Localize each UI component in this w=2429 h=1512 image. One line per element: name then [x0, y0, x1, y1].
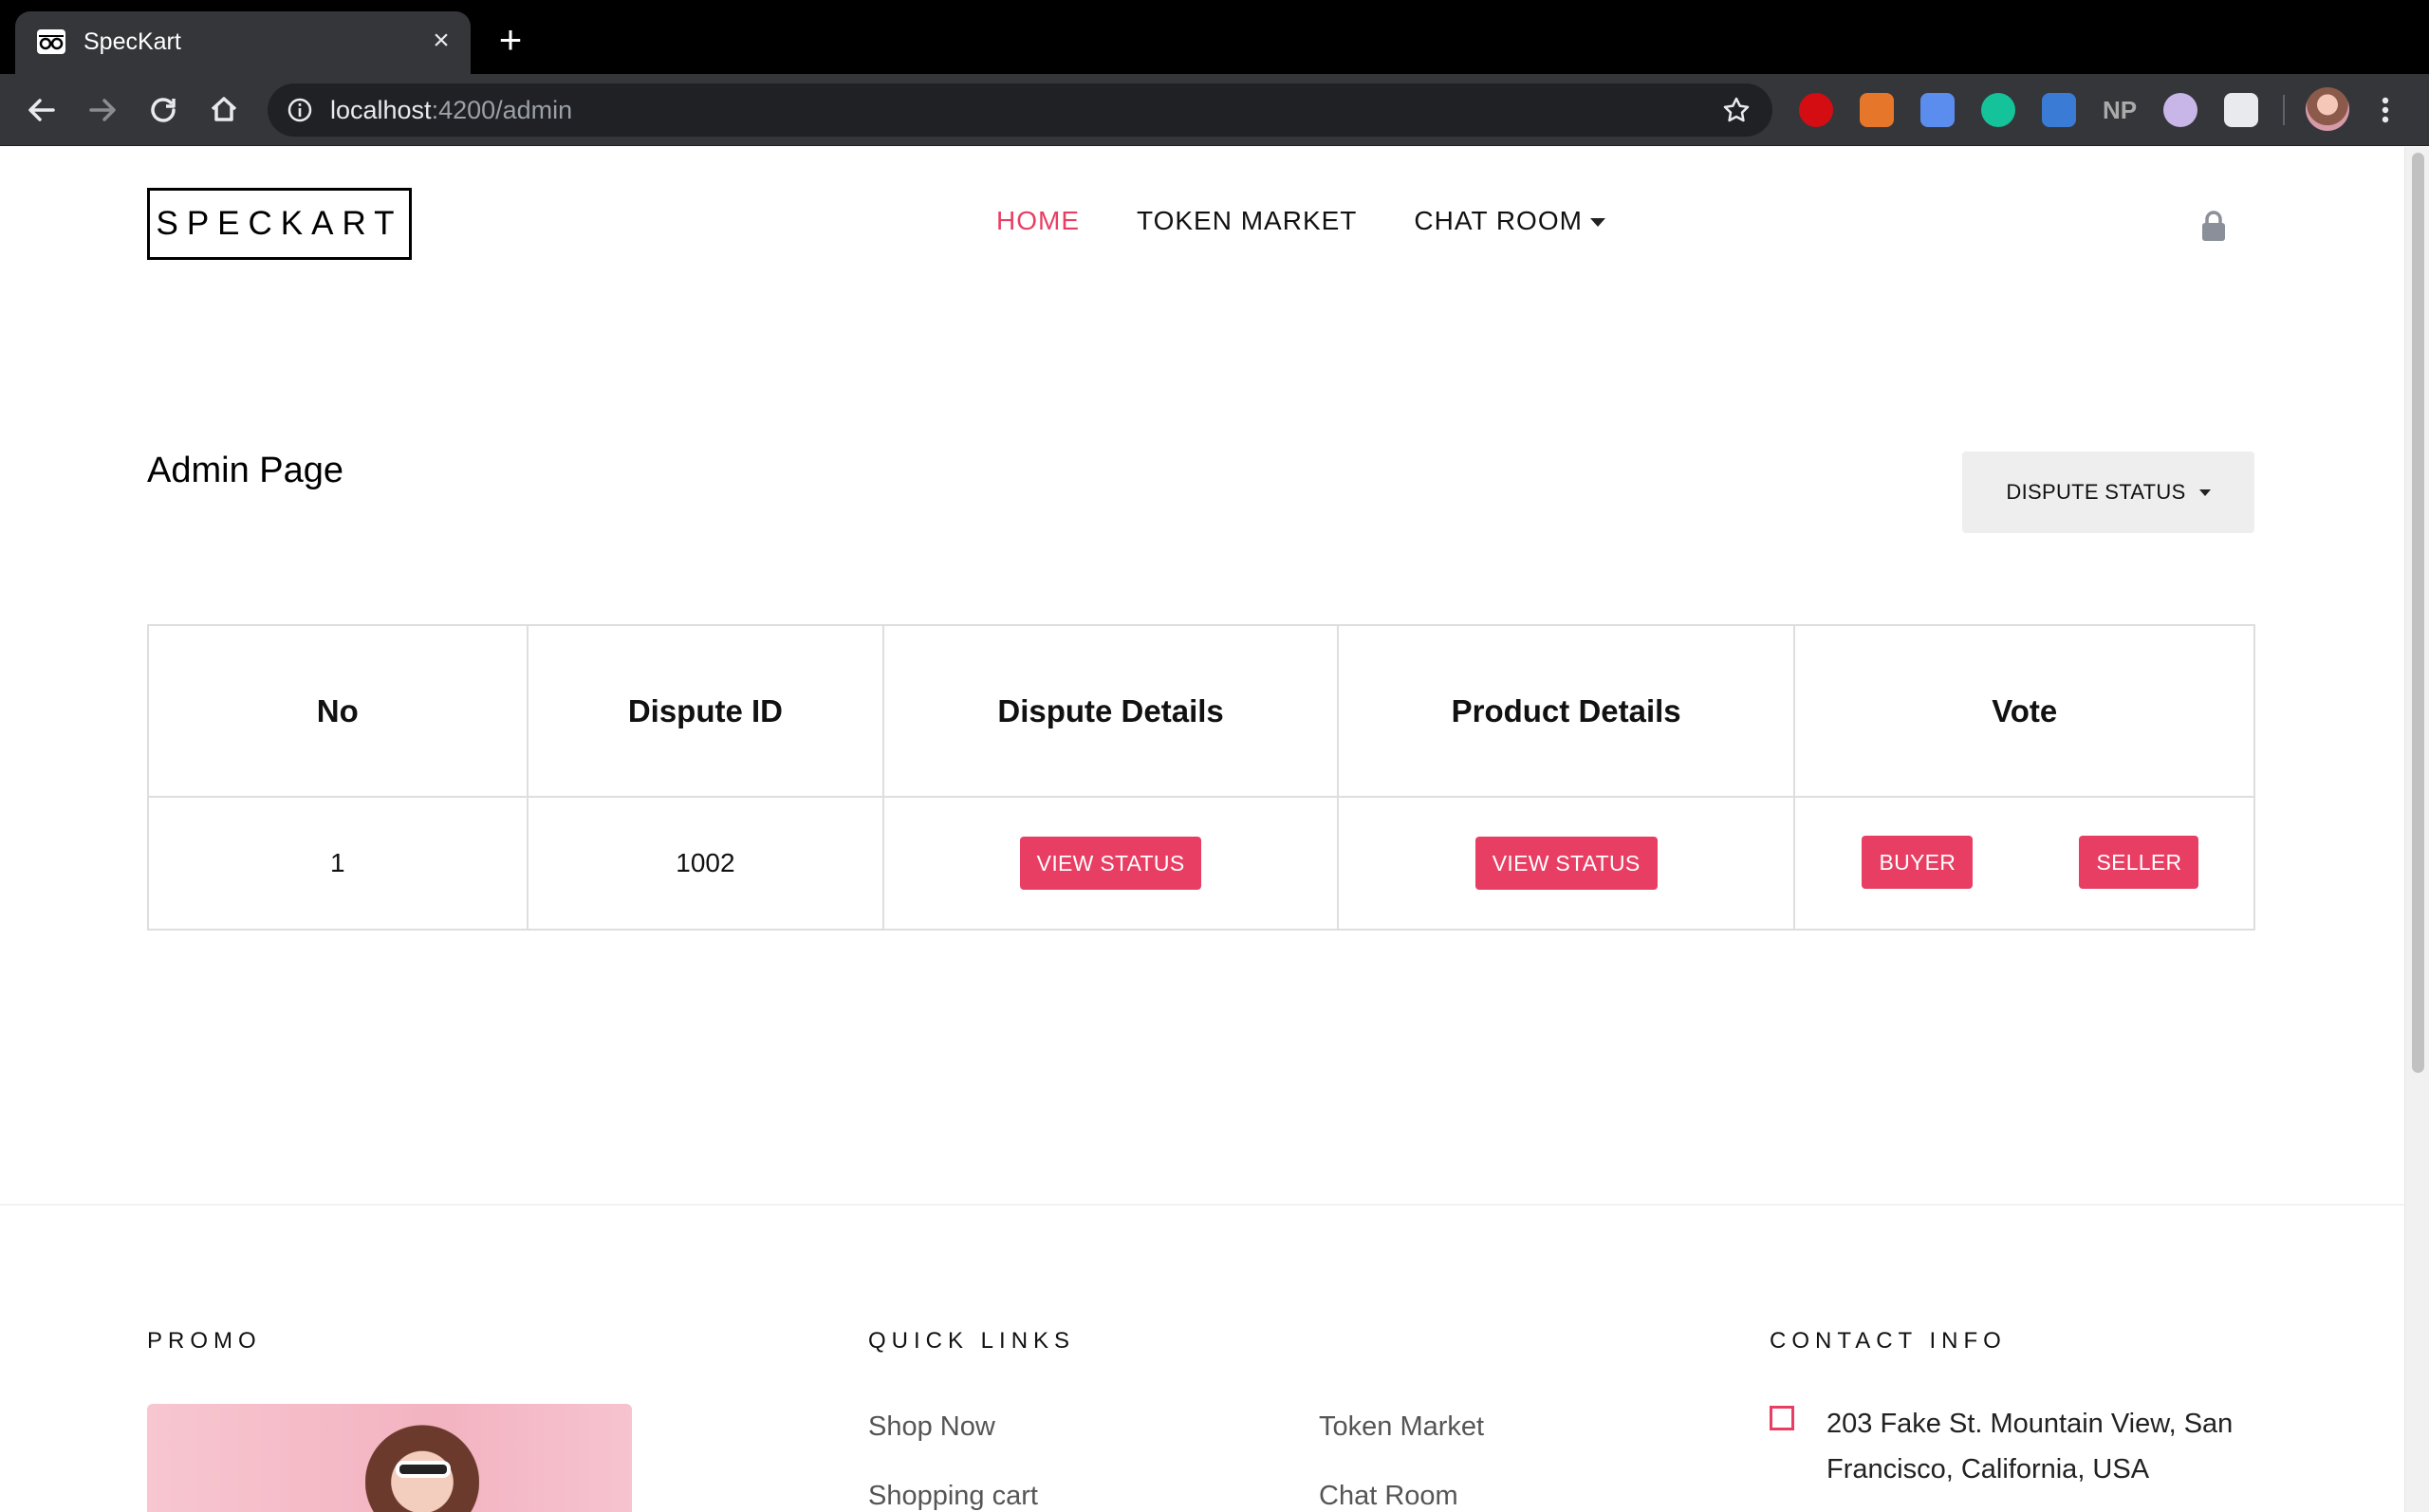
disputes-table: No Dispute ID Dispute Details Product De… [147, 624, 2255, 931]
close-tab-icon[interactable]: × [425, 25, 457, 57]
caret-down-icon [2198, 489, 2211, 496]
contact-address: 203 Fake St. Mountain View, San Francisc… [1826, 1409, 2234, 1484]
address-bar[interactable]: localhost:4200/admin [268, 83, 1772, 137]
footer-link-shop-now[interactable]: Shop Now [868, 1411, 995, 1443]
ublock-icon[interactable] [1799, 93, 1833, 127]
column-header-vote: Vote [1793, 624, 2255, 798]
forward-arrow-icon[interactable] [82, 89, 123, 131]
profile-avatar[interactable] [2306, 87, 2349, 131]
info-icon[interactable] [287, 97, 313, 123]
np-icon[interactable]: NP [2103, 93, 2137, 127]
footer-link-shopping-cart[interactable]: Shopping cart [868, 1481, 1038, 1512]
page-title: Admin Page [147, 451, 344, 490]
lock-icon[interactable] [2199, 210, 2228, 242]
url-host: localhost [330, 96, 432, 124]
sunglasses-shape [396, 1461, 451, 1478]
browser-toolbar: localhost:4200/admin NP [0, 74, 2429, 146]
dispute-status-dropdown[interactable]: DISPUTE STATUS [1962, 452, 2254, 533]
location-icon [1770, 1406, 1794, 1430]
footer-contact-heading: CONTACT INFO [1770, 1328, 2007, 1354]
toolbar-divider [2283, 95, 2285, 125]
column-header-product-details: Product Details [1336, 624, 1796, 798]
home-icon[interactable] [203, 89, 245, 131]
nav-chat-room-label: CHAT ROOM [1414, 206, 1583, 235]
footer-quick-links-heading: QUICK LINKS [868, 1328, 1076, 1354]
page-scrollbar[interactable] [2404, 147, 2429, 1512]
main-nav: HOME TOKEN MARKET CHAT ROOM [996, 206, 1605, 236]
more-menu-icon[interactable] [2374, 89, 2397, 131]
back-arrow-icon[interactable] [21, 89, 63, 131]
column-header-dispute-details: Dispute Details [882, 624, 1339, 798]
play-icon[interactable] [2163, 93, 2197, 127]
dispute-status-label: DISPUTE STATUS [2006, 480, 2186, 504]
tab-title: SpecKart [83, 28, 181, 55]
chevron-down-icon [1589, 218, 1605, 228]
site-logo[interactable]: SPECKART [147, 188, 412, 260]
table-header-row: No Dispute ID Dispute Details Product De… [147, 624, 2255, 798]
camera-icon[interactable] [1920, 93, 1955, 127]
vote-seller-button[interactable]: SELLER [2079, 836, 2199, 889]
page-content: SPECKART HOME TOKEN MARKET CHAT ROOM Adm… [0, 147, 2404, 1512]
promo-image[interactable] [147, 1404, 632, 1512]
vote-buyer-button[interactable]: BUYER [1862, 836, 1974, 889]
bookmark-star-icon[interactable] [1721, 95, 1752, 125]
view-product-status-button[interactable]: VIEW STATUS [1474, 837, 1658, 890]
glasses-icon [37, 29, 65, 54]
cell-dispute-id: 1002 [526, 796, 885, 931]
scrollbar-thumb[interactable] [2412, 153, 2424, 1073]
extension-plus-icon[interactable] [2042, 93, 2076, 127]
footer-link-chat-room[interactable]: Chat Room [1319, 1481, 1458, 1512]
reload-icon[interactable] [142, 89, 184, 131]
screenshot-icon[interactable] [2224, 93, 2258, 127]
footer-promo-heading: PROMO [147, 1328, 262, 1354]
url-path: :4200/admin [431, 96, 573, 124]
cell-dispute-details: VIEW STATUS [882, 796, 1339, 931]
nav-token-market[interactable]: TOKEN MARKET [1137, 206, 1357, 236]
footer-divider [0, 1204, 2404, 1206]
table-row: 1 1002 VIEW STATUS VIEW STATUS BUYER SEL… [147, 796, 2255, 931]
url-text[interactable]: localhost:4200/admin [330, 96, 572, 125]
browser-tab-strip: SpecKart × + [0, 0, 2429, 74]
view-dispute-status-button[interactable]: VIEW STATUS [1019, 837, 1202, 890]
metamask-icon[interactable] [1860, 93, 1894, 127]
grammarly-icon[interactable] [1981, 93, 2015, 127]
cell-vote: BUYER SELLER [1793, 796, 2255, 931]
browser-tab[interactable]: SpecKart × [15, 11, 471, 74]
nav-chat-room[interactable]: CHAT ROOM [1414, 206, 1605, 236]
column-header-no: No [147, 624, 528, 798]
cell-product-details: VIEW STATUS [1336, 796, 1796, 931]
footer-link-token-market[interactable]: Token Market [1319, 1411, 1484, 1443]
column-header-dispute-id: Dispute ID [526, 624, 885, 798]
cell-no: 1 [147, 796, 528, 931]
nav-home[interactable]: HOME [996, 206, 1080, 236]
new-tab-button[interactable]: + [491, 20, 529, 60]
